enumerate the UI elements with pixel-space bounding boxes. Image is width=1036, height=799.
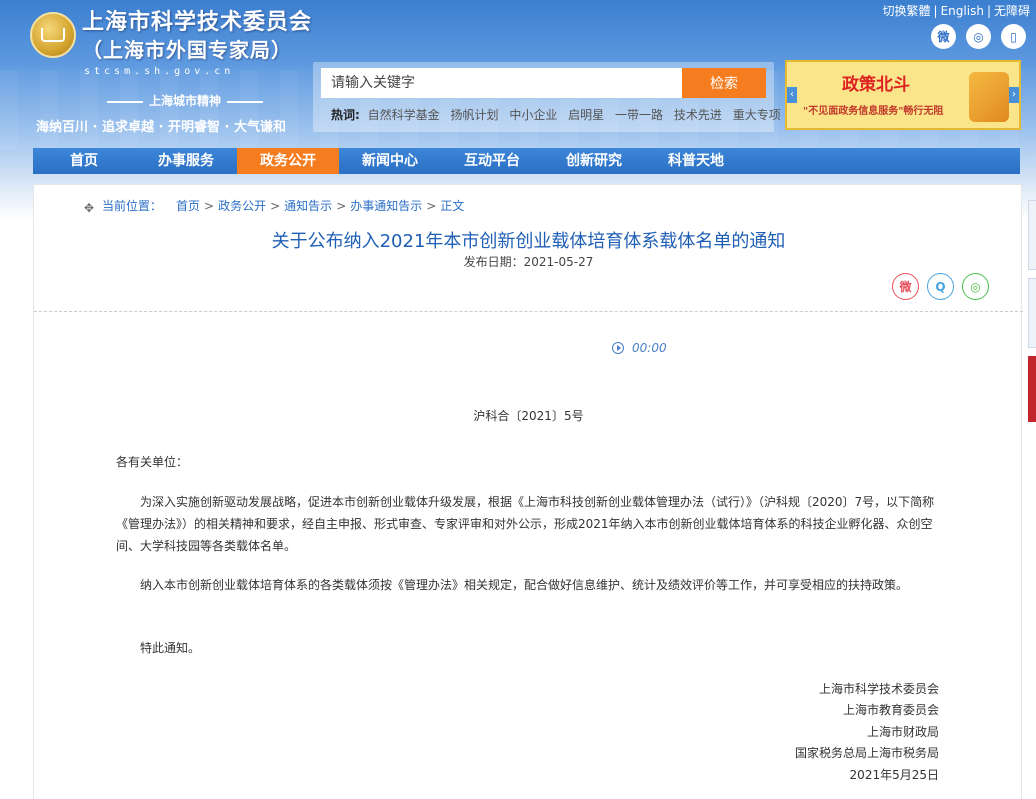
breadcrumb: ✥ 当前位置： 首页 > 政务公开 > 通知告示 > 办事通知告示 > 正文 — [84, 197, 465, 215]
breadcrumb-separator: > — [270, 199, 281, 213]
share-wechat-icon[interactable]: ◎ — [962, 273, 989, 300]
breadcrumb-gov-affairs[interactable]: 政务公开 — [218, 199, 266, 213]
search-panel: 检索 热词: 自然科学基金 扬帆计划 中小企业 启明星 一带一路 技术先进 重大… — [313, 62, 781, 132]
nav-research[interactable]: 创新研究 — [543, 148, 645, 174]
search-input[interactable] — [321, 68, 683, 98]
hot-word[interactable]: 中小企业 — [509, 108, 557, 122]
divider — [34, 311, 1023, 312]
location-icon: ✥ — [84, 201, 95, 215]
search-button[interactable]: 检索 — [682, 68, 766, 98]
side-tab[interactable] — [1028, 278, 1036, 348]
mobile-icon[interactable]: ▯ — [1001, 24, 1026, 49]
breadcrumb-separator: > — [336, 199, 347, 213]
hot-word[interactable]: 启明星 — [568, 108, 604, 122]
audio-player[interactable]: 00:00 — [612, 341, 667, 355]
publish-date: 发布日期：2021-05-27 — [34, 253, 1023, 270]
signature-line: 上海市教育委员会 — [842, 703, 939, 717]
article-panel: ✥ 当前位置： 首页 > 政务公开 > 通知告示 > 办事通知告示 > 正文 关于公布纳入2021年… — [33, 184, 1023, 799]
breadcrumb-current: 正文 — [440, 199, 465, 213]
top-links: 切换繁體 | English | 无障碍 — [882, 4, 1030, 18]
hot-word[interactable]: 扬帆计划 — [450, 108, 498, 122]
banner-illustration — [969, 72, 1009, 122]
breadcrumb-home[interactable]: 首页 — [176, 199, 200, 213]
hot-word[interactable]: 一带一路 — [615, 108, 663, 122]
hot-word[interactable]: 自然科学基金 — [368, 108, 440, 122]
breadcrumb-notices[interactable]: 通知告示 — [284, 199, 332, 213]
hot-word[interactable]: 技术先进 — [674, 108, 722, 122]
emblem-logo-icon[interactable] — [30, 12, 76, 58]
accessibility-link[interactable]: 无障碍 — [994, 4, 1030, 18]
side-red-tab[interactable] — [1028, 356, 1036, 422]
salutation: 各有关单位： — [116, 455, 189, 469]
english-link[interactable]: English — [941, 4, 984, 18]
city-spirit-title: 上海城市精神 — [70, 92, 300, 109]
switch-traditional-link[interactable]: 切换繁體 — [883, 4, 931, 18]
audio-time: 00:00 — [632, 341, 667, 355]
banner-next-icon[interactable]: › — [1009, 87, 1019, 103]
play-icon[interactable] — [612, 342, 624, 354]
share-qq-icon[interactable]: Q — [927, 273, 954, 300]
share-buttons: 微 Q ◎ — [892, 273, 989, 300]
paragraph: 特此通知。 — [140, 641, 201, 655]
nav-home[interactable]: 首页 — [33, 148, 135, 174]
article-title: 关于公布纳入2021年本市创新创业载体培育体系载体名单的通知 — [271, 231, 786, 252]
banner-title: 政策北斗 — [842, 75, 910, 95]
banner-prev-icon[interactable]: ‹ — [787, 87, 797, 103]
share-weibo-icon[interactable]: 微 — [892, 273, 919, 300]
nav-services[interactable]: 办事服务 — [135, 148, 237, 174]
document-number: 沪科合〔2021〕5号 — [473, 409, 584, 423]
city-spirit-text: 海纳百川 · 追求卓越 · 开明睿智 · 大气谦和 — [36, 120, 286, 135]
publish-date-label: 发布日期： — [463, 255, 524, 269]
hot-words: 热词: 自然科学基金 扬帆计划 中小企业 启明星 一带一路 技术先进 重大专项 — [331, 106, 788, 123]
site-title[interactable]: 上海市科学技术委员会 — [82, 4, 312, 36]
weibo-icon[interactable]: 微 — [931, 24, 956, 49]
nav-news[interactable]: 新闻中心 — [339, 148, 441, 174]
hot-word[interactable]: 重大专项 — [733, 108, 781, 122]
signature-line: 上海市科学技术委员会 — [818, 682, 939, 696]
wechat-icon[interactable]: ◎ — [966, 24, 991, 49]
hot-words-label: 热词: — [331, 108, 360, 122]
nav-interaction[interactable]: 互动平台 — [441, 148, 543, 174]
site-subtitle: （上海市外国专家局） — [82, 38, 292, 62]
header-social-icons: 微 ◎ ▯ — [931, 24, 1026, 49]
signature-line: 上海市财政局 — [866, 725, 939, 739]
main-nav: 首页 办事服务 政务公开 新闻中心 互动平台 创新研究 科普天地 — [33, 148, 1020, 174]
policy-banner[interactable]: ‹ 政策北斗 "不见面政务信息服务"畅行无阻 › — [785, 60, 1021, 130]
paragraph: 纳入本市创新创业载体培育体系的各类载体须按《管理办法》相关规定，配合做好信息维护… — [140, 578, 909, 592]
signature-date: 2021年5月25日 — [849, 768, 939, 782]
site-domain: stcsm.sh.gov.cn — [84, 66, 235, 77]
paragraph: 为深入实施创新驱动发展战略，促进本市创新创业载体升级发展，根据《上海市科技创新创… — [116, 495, 935, 553]
banner-subtitle: "不见面政务信息服务"畅行无阻 — [803, 106, 944, 117]
breadcrumb-service-notices[interactable]: 办事通知告示 — [350, 199, 422, 213]
side-tab[interactable] — [1028, 200, 1036, 270]
nav-gov-affairs[interactable]: 政务公开 — [237, 148, 339, 174]
nav-science[interactable]: 科普天地 — [645, 148, 747, 174]
publish-date-value: 2021-05-27 — [523, 255, 594, 269]
breadcrumb-label: 当前位置： — [102, 199, 163, 213]
signature-line: 国家税务总局上海市税务局 — [794, 746, 939, 760]
breadcrumb-separator: > — [426, 199, 437, 213]
breadcrumb-separator: > — [204, 199, 215, 213]
